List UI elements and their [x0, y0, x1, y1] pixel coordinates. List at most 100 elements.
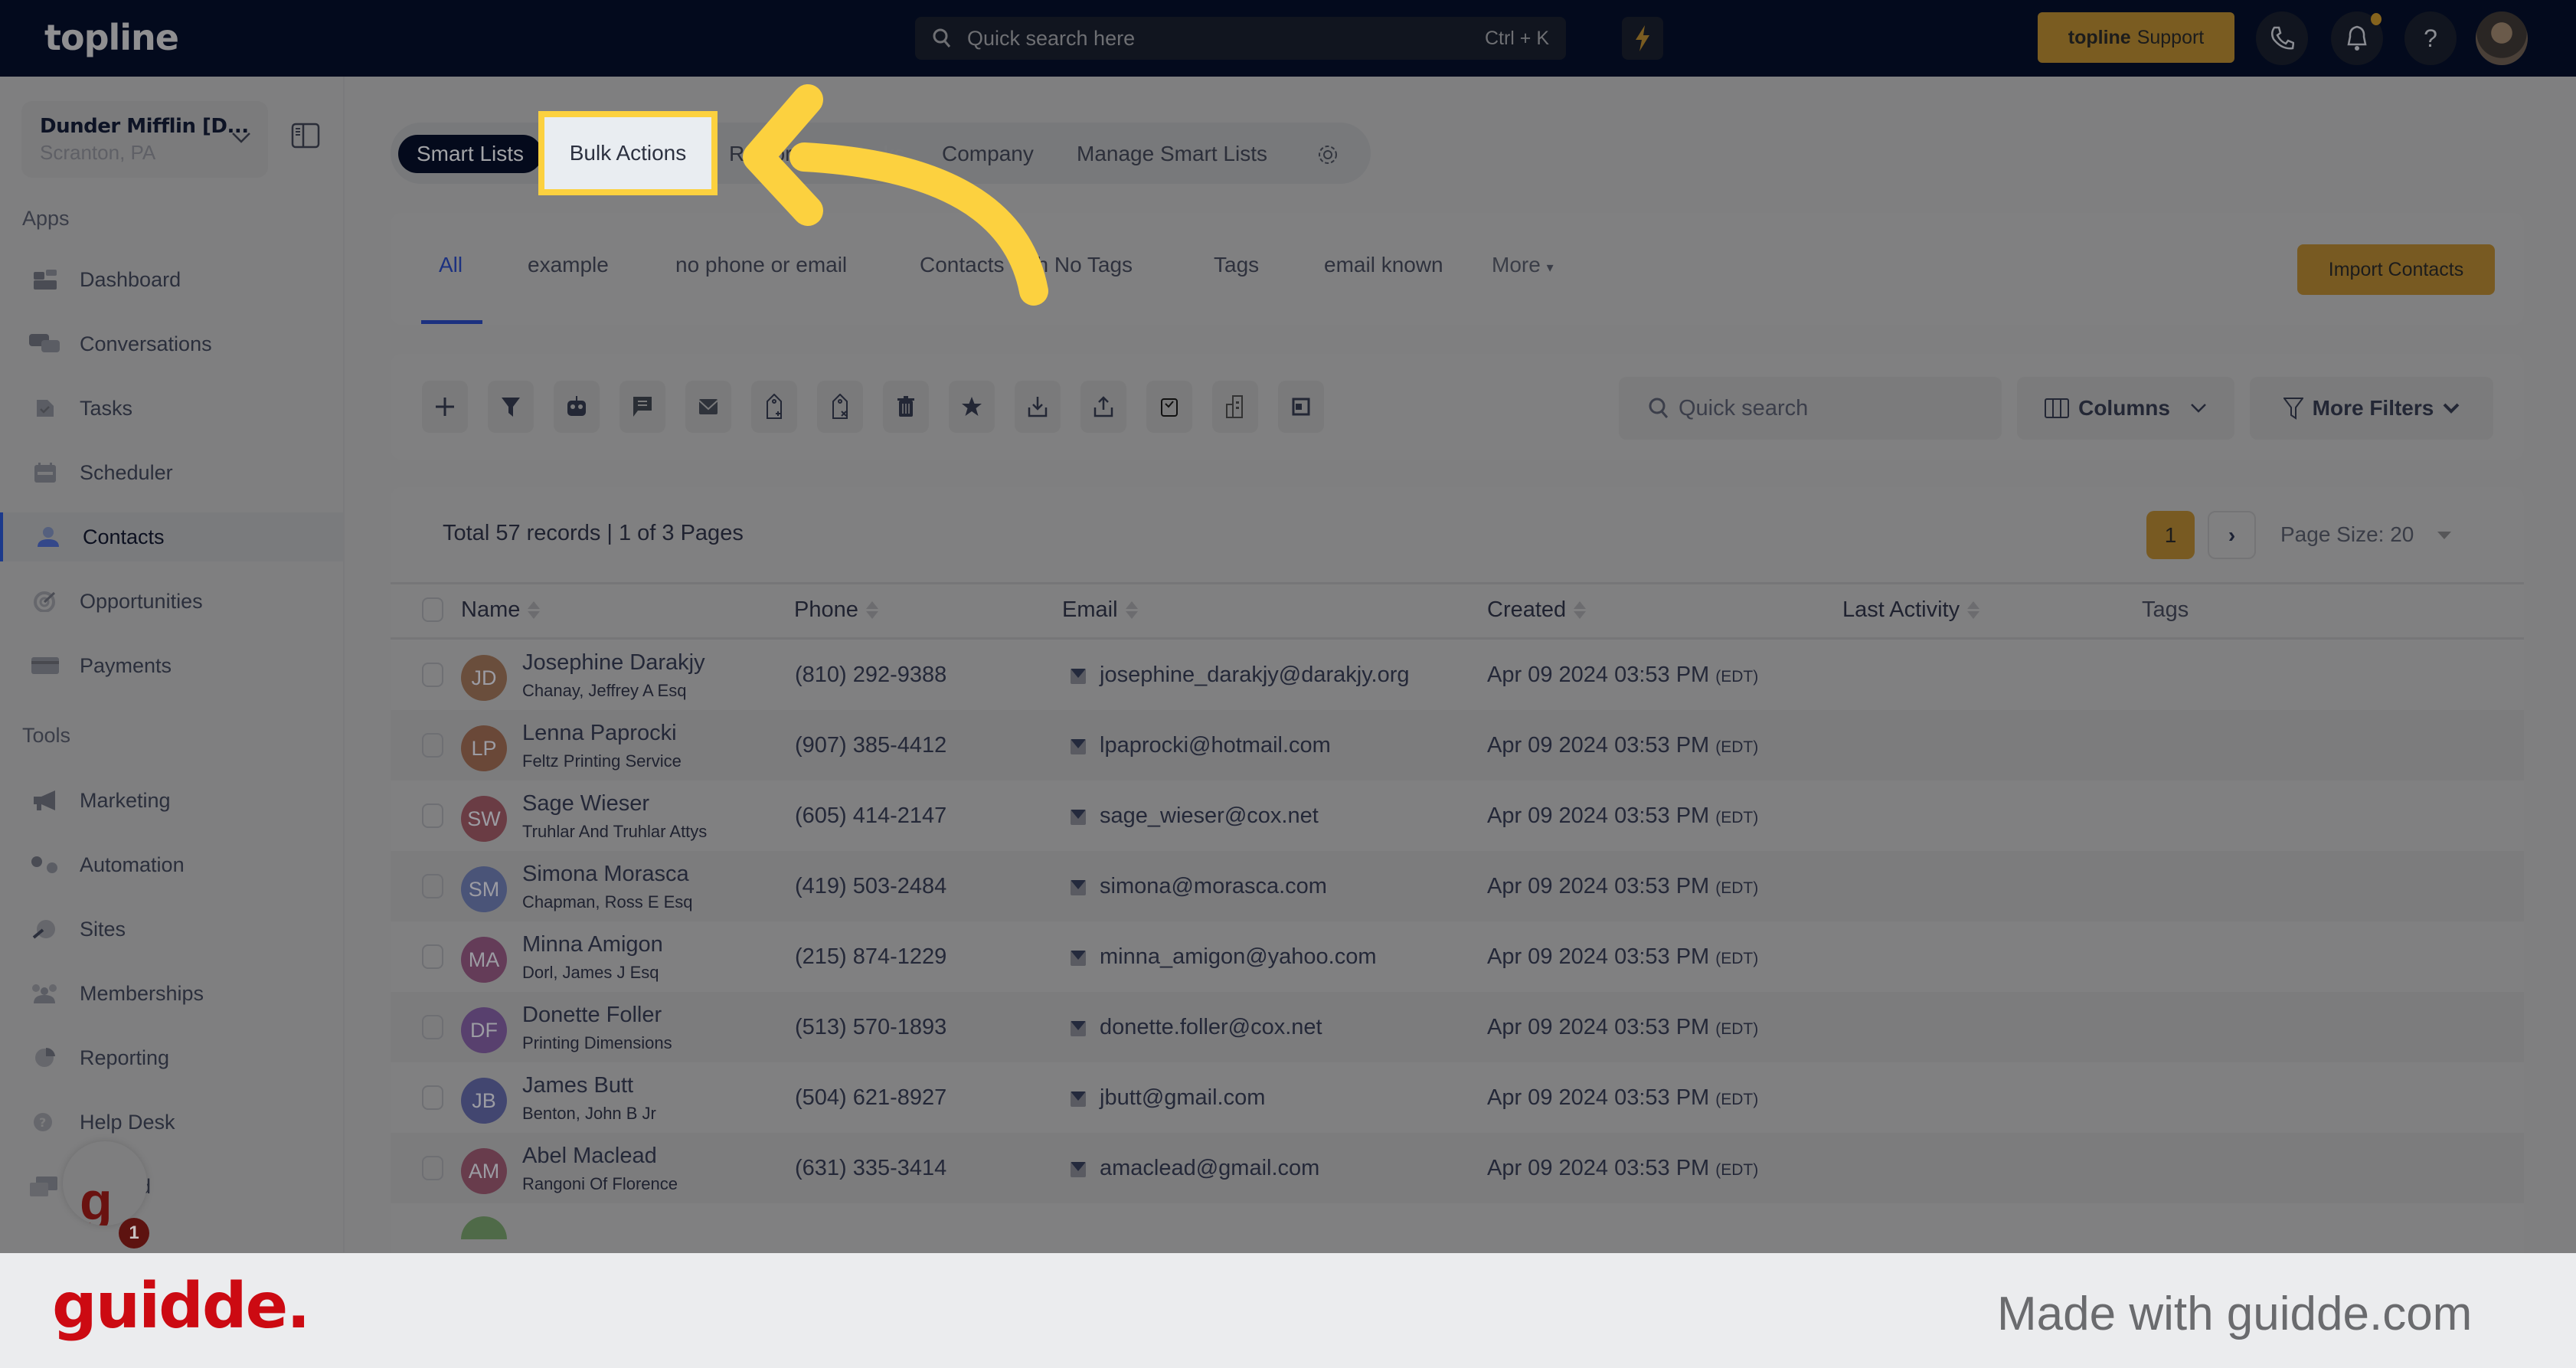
column-header-phone[interactable]: Phone — [794, 597, 878, 623]
remove-tag-button[interactable] — [817, 381, 863, 433]
contacts-quick-search-input[interactable]: Quick search — [1619, 377, 2002, 440]
row-checkbox[interactable] — [422, 1015, 443, 1039]
settings-gear-icon[interactable] — [1316, 142, 1340, 167]
send-email-button[interactable] — [685, 381, 731, 433]
add-contact-button[interactable] — [422, 381, 468, 433]
sidebar-item-opportunities[interactable]: Opportunities — [0, 577, 343, 626]
import-button[interactable] — [1015, 381, 1061, 433]
tab-bulk-actions[interactable]: Bulk Actions — [538, 111, 718, 195]
location-switcher[interactable]: Dunder Mifflin [D... Scranton, PA — [21, 101, 268, 178]
contact-name[interactable]: Sage Wieser — [522, 791, 649, 817]
row-checkbox[interactable] — [422, 803, 443, 828]
table-row[interactable]: DF Donette Foller Printing Dimensions (513)… — [391, 992, 2524, 1062]
columns-button[interactable]: Columns — [2017, 377, 2234, 440]
contact-name[interactable]: Donette Foller — [522, 1003, 662, 1028]
import-contacts-button[interactable]: Import Contacts — [2297, 244, 2495, 295]
contact-email[interactable]: simona@morasca.com — [1100, 874, 1327, 899]
table-row[interactable]: SM Simona Morasca Chapman, Ross E Esq (419)… — [391, 851, 2524, 921]
topline-logo[interactable]: topline — [44, 17, 179, 58]
sidebar-item-contacts[interactable]: Contacts — [0, 512, 343, 561]
sidebar-item-tasks[interactable]: Tasks — [0, 384, 343, 433]
sidebar-item-mailfold[interactable]: Mailfold — [0, 1162, 343, 1211]
filter-tab-contacts-with-no-tags[interactable]: Contacts with No Tags — [920, 253, 1133, 277]
filter-tab-tags[interactable]: Tags — [1214, 253, 1259, 277]
global-search-input[interactable]: Quick search here Ctrl + K — [915, 17, 1566, 60]
tab-tasks[interactable]: Tasks — [850, 135, 905, 173]
column-header-created[interactable]: Created — [1487, 597, 1587, 623]
pagination-page-1[interactable]: 1 — [2146, 511, 2195, 559]
contact-email[interactable]: donette.foller@cox.net — [1100, 1015, 1322, 1040]
user-avatar[interactable] — [2476, 11, 2528, 65]
column-header-last-activity[interactable]: Last Activity — [1842, 597, 1980, 623]
contact-name[interactable]: Abel Maclead — [522, 1144, 657, 1169]
support-button[interactable]: topline Support — [2038, 12, 2234, 63]
filter-tab-no-phone-or-email[interactable]: no phone or email — [675, 253, 847, 277]
contact-phone[interactable]: (605) 414-2147 — [795, 803, 946, 829]
filter-tab-example[interactable]: example — [528, 253, 609, 277]
tab-manage-smart-lists[interactable]: Manage Smart Lists — [1077, 135, 1267, 173]
sidebar-item-dashboard[interactable]: Dashboard — [0, 255, 343, 304]
contact-phone[interactable]: (907) 385-4412 — [795, 733, 946, 758]
row-checkbox[interactable] — [422, 663, 443, 687]
column-header-email[interactable]: Email — [1062, 597, 1138, 623]
add-to-automation-button[interactable] — [554, 381, 600, 433]
contact-email[interactable]: josephine_darakjy@darakjy.org — [1100, 663, 1410, 688]
filter-tab-email-known[interactable]: email known — [1324, 253, 1443, 277]
row-checkbox[interactable] — [422, 944, 443, 969]
pagination-next-button[interactable]: › — [2208, 511, 2256, 559]
phone-button[interactable] — [2256, 11, 2308, 65]
table-row[interactable]: JB James Butt Benton, John B Jr (504) 621-8… — [391, 1062, 2524, 1133]
sidebar-item-sites[interactable]: Sites — [0, 905, 343, 954]
contact-phone[interactable]: (504) 621-8927 — [795, 1085, 946, 1111]
filter-tab-more[interactable]: More ▾ — [1492, 253, 1554, 277]
verify-email-button[interactable] — [1146, 381, 1192, 433]
contact-phone[interactable]: (810) 292-9388 — [795, 663, 946, 688]
export-button[interactable] — [1080, 381, 1126, 433]
more-filters-button[interactable]: More Filters — [2250, 377, 2493, 440]
contact-name[interactable]: Minna Amigon — [522, 932, 663, 957]
contact-name[interactable]: Simona Morasca — [522, 862, 689, 887]
filter-button[interactable] — [488, 381, 534, 433]
guidde-widget-button[interactable]: g — [63, 1141, 147, 1226]
tab-smart-lists[interactable]: Smart Lists — [398, 135, 542, 173]
sidebar-item-marketing[interactable]: Marketing — [0, 776, 343, 825]
send-sms-button[interactable] — [619, 381, 665, 433]
contact-email[interactable]: minna_amigon@yahoo.com — [1100, 944, 1377, 970]
sidebar-collapse-icon[interactable] — [291, 123, 320, 149]
tab-restore[interactable]: Restore — [729, 135, 804, 173]
filter-tab-all[interactable]: All — [439, 253, 463, 277]
row-checkbox[interactable] — [422, 733, 443, 758]
contact-name[interactable]: James Butt — [522, 1073, 633, 1098]
add-tag-button[interactable] — [751, 381, 797, 433]
contact-email[interactable]: amaclead@gmail.com — [1100, 1156, 1319, 1181]
contact-email[interactable]: jbutt@gmail.com — [1100, 1085, 1265, 1111]
table-row[interactable]: JD Josephine Darakjy Chanay, Jeffrey A Esq… — [391, 640, 2524, 710]
table-row[interactable]: SW Sage Wieser Truhlar And Truhlar Attys (6… — [391, 781, 2524, 851]
row-checkbox[interactable] — [422, 874, 443, 898]
row-checkbox[interactable] — [422, 1085, 443, 1110]
notifications-button[interactable] — [2331, 11, 2383, 65]
sidebar-item-scheduler[interactable]: Scheduler — [0, 448, 343, 497]
sidebar-item-payments[interactable]: Payments — [0, 641, 343, 690]
row-checkbox[interactable] — [422, 1156, 443, 1180]
merge-button[interactable] — [1278, 381, 1324, 433]
contact-name[interactable]: Josephine Darakjy — [522, 650, 705, 676]
delete-button[interactable] — [883, 381, 929, 433]
sidebar-item-memberships[interactable]: Memberships — [0, 969, 343, 1018]
sidebar-item-reporting[interactable]: Reporting — [0, 1033, 343, 1082]
help-button[interactable]: ? — [2404, 11, 2457, 65]
contact-email[interactable]: lpaprocki@hotmail.com — [1100, 733, 1331, 758]
tab-company[interactable]: Company — [942, 135, 1034, 173]
table-row[interactable]: LP Lenna Paprocki Feltz Printing Service (9… — [391, 710, 2524, 781]
contact-phone[interactable]: (419) 503-2484 — [795, 874, 946, 899]
sidebar-item-automation[interactable]: Automation — [0, 840, 343, 889]
contact-phone[interactable]: (215) 874-1229 — [795, 944, 946, 970]
contact-phone[interactable]: (513) 570-1893 — [795, 1015, 946, 1040]
sidebar-item-conversations[interactable]: Conversations — [0, 319, 343, 368]
review-request-button[interactable] — [949, 381, 995, 433]
column-header-name[interactable]: Name — [461, 597, 541, 623]
select-all-checkbox[interactable] — [422, 597, 443, 622]
contact-phone[interactable]: (631) 335-3414 — [795, 1156, 946, 1181]
page-size-select[interactable]: Page Size: 20 — [2280, 522, 2414, 547]
table-row[interactable]: MA Minna Amigon Dorl, James J Esq (215) 874… — [391, 921, 2524, 992]
